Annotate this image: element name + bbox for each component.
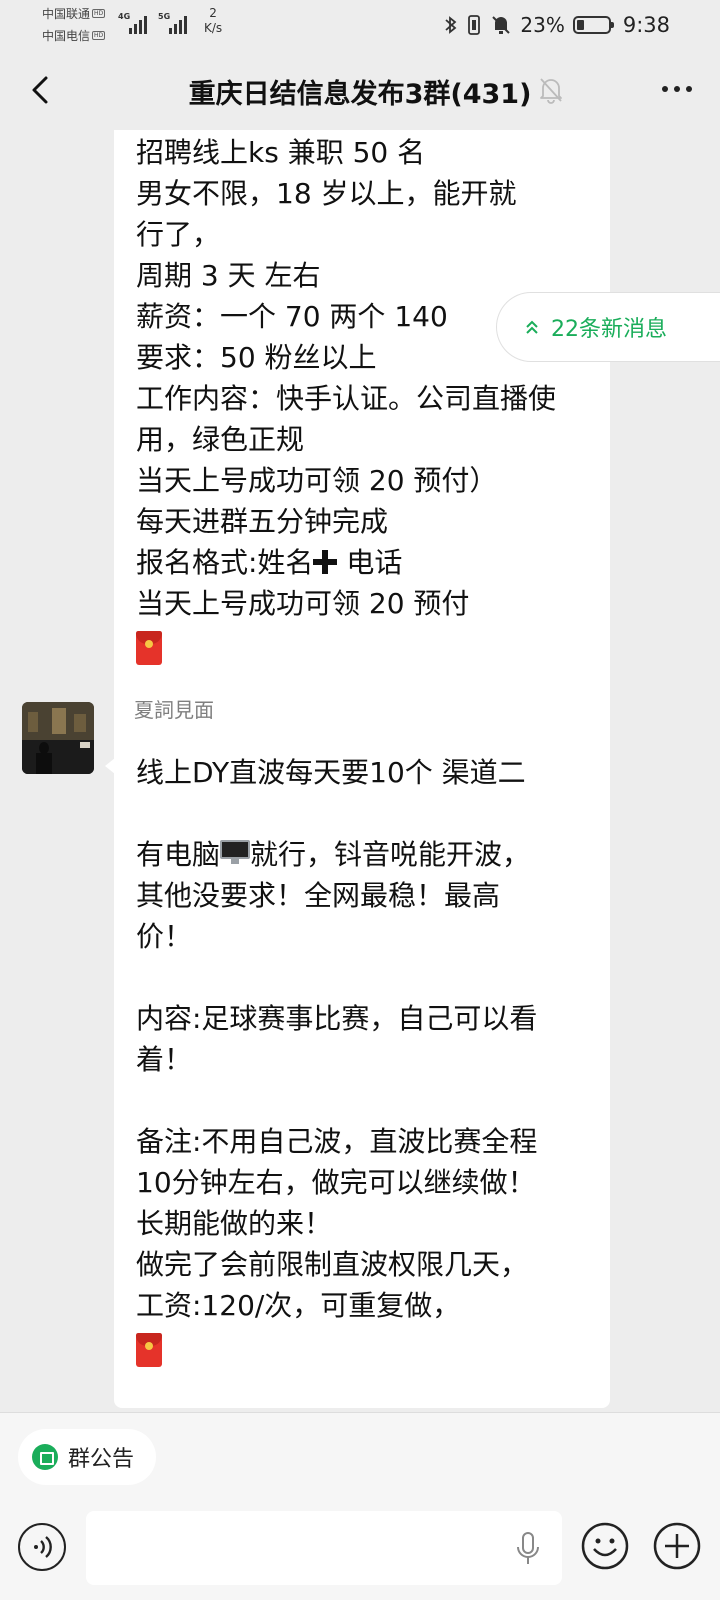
input-bar	[0, 1499, 720, 1600]
status-right: 23% 9:38	[444, 10, 670, 40]
plus-emoji-icon	[313, 550, 338, 574]
speed-unit: K/s	[204, 21, 223, 35]
desktop-computer-emoji-icon	[220, 840, 251, 866]
group-notice-label: 群公告	[68, 1447, 135, 1472]
message-2-text-body: 就行，钭音哾能开波， 其他没要求！全网最稳！最高 价！ 内容:足球赛事比赛，自己…	[136, 838, 538, 1322]
red-packet-icon	[136, 631, 162, 665]
carrier-2: 中国电信 HD	[42, 29, 106, 43]
mute-bell-icon	[540, 78, 562, 104]
new-messages-button[interactable]: 22条新消息	[496, 292, 720, 362]
battery-percent: 23%	[520, 13, 565, 37]
vibrate-icon	[468, 15, 481, 35]
message-bubble-2[interactable]: 线上DY直波每天要10个 渠道二 有电脑 就行，钭音哾能开波， 其他没要求！全网最…	[105, 736, 610, 1408]
carrier-1: 中国联通 HD	[42, 7, 106, 21]
more-icon	[662, 86, 668, 92]
mute-status-icon	[492, 16, 511, 34]
group-notice-button[interactable]: 群公告	[18, 1429, 157, 1485]
avatar-image	[22, 702, 94, 774]
bluetooth-icon	[445, 16, 457, 34]
network-speed: 2 K/s	[204, 6, 222, 36]
voice-button[interactable]	[18, 1523, 66, 1571]
status-bar: 中国联通 HD 中国电信 HD 4G 5G 2 K/s 23% 9:38	[0, 0, 720, 50]
avatar[interactable]	[22, 702, 94, 774]
red-packet-icon-2	[136, 1333, 162, 1367]
plus-button[interactable]	[652, 1521, 702, 1571]
chat-title: 重庆日结信息发布3群(431)	[188, 79, 532, 110]
chat-messages[interactable]: 招聘线上ks 兼职 50 名 男女不限，18 岁以上，能开就 行了， 周期 3 …	[0, 130, 720, 1410]
message-1-text: 招聘线上ks 兼职 50 名 男女不限，18 岁以上，能开就 行了， 周期 3 …	[136, 136, 557, 579]
chat-header: 重庆日结信息发布3群(431)	[0, 50, 720, 130]
sender-name: 夏詞見面	[134, 698, 214, 722]
bottom-panel: 群公告	[0, 1412, 720, 1600]
voice-icon	[34, 1536, 52, 1558]
speed-value: 2	[209, 6, 217, 20]
chevron-double-up-icon	[526, 320, 538, 334]
clock-time: 9:38	[622, 13, 670, 37]
emoji-button[interactable]	[580, 1521, 630, 1571]
battery-icon	[572, 16, 614, 34]
carrier-1-label: 中国联通	[42, 7, 91, 21]
message-input[interactable]	[86, 1511, 562, 1585]
carrier-2-label: 中国电信	[42, 29, 91, 43]
hd-badge-1: HD	[92, 9, 106, 18]
hd-badge-2: HD	[92, 31, 106, 40]
notice-icon	[32, 1444, 58, 1470]
new-messages-label: 22条新消息	[551, 317, 667, 342]
more-button[interactable]	[662, 86, 692, 92]
mic-icon[interactable]	[514, 1531, 542, 1567]
